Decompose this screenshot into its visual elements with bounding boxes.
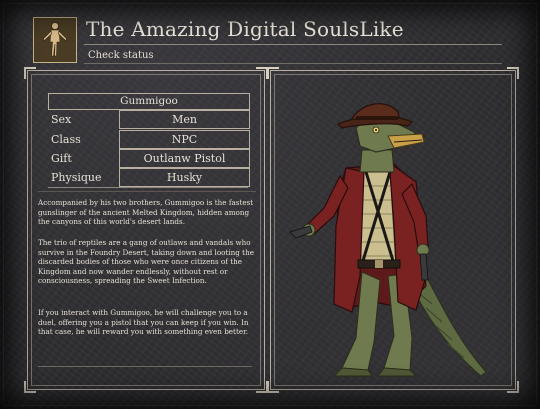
description-paragraph: The trio of reptiles are a gang of outla… bbox=[38, 238, 254, 286]
subheader-divider bbox=[84, 63, 502, 64]
page-title: The Amazing Digital SoulsLike bbox=[86, 17, 404, 41]
stat-label: Sex bbox=[51, 113, 72, 126]
character-figure-icon bbox=[33, 17, 77, 63]
stat-label: Gift bbox=[51, 152, 72, 165]
stats-divider bbox=[48, 187, 248, 188]
status-screen: The Amazing Digital SoulsLike Check stat… bbox=[0, 0, 540, 409]
character-name: Gummigoo bbox=[48, 93, 250, 110]
stat-label: Physique bbox=[51, 171, 102, 184]
stat-value: NPC bbox=[119, 130, 250, 149]
stat-row-physique: Physique Husky bbox=[48, 168, 250, 187]
description-divider bbox=[38, 366, 252, 367]
check-status-label: Check status bbox=[88, 50, 154, 61]
stat-value: Husky bbox=[119, 168, 250, 187]
character-portrait bbox=[289, 103, 487, 377]
stat-value: Outlanw Pistol bbox=[119, 149, 250, 168]
stat-row-sex: Sex Men bbox=[48, 110, 250, 129]
stat-row-gift: Gift Outlanw Pistol bbox=[48, 149, 250, 168]
stat-label: Class bbox=[51, 133, 81, 146]
stats-divider-lower bbox=[38, 191, 256, 192]
header-divider bbox=[84, 44, 502, 45]
stat-row-class: Class NPC bbox=[48, 130, 250, 149]
description-paragraph: Accompanied by his two brothers, Gummigo… bbox=[38, 198, 254, 227]
stat-value: Men bbox=[119, 110, 250, 129]
description-paragraph: If you interact with Gummigoo, he will c… bbox=[38, 308, 249, 337]
